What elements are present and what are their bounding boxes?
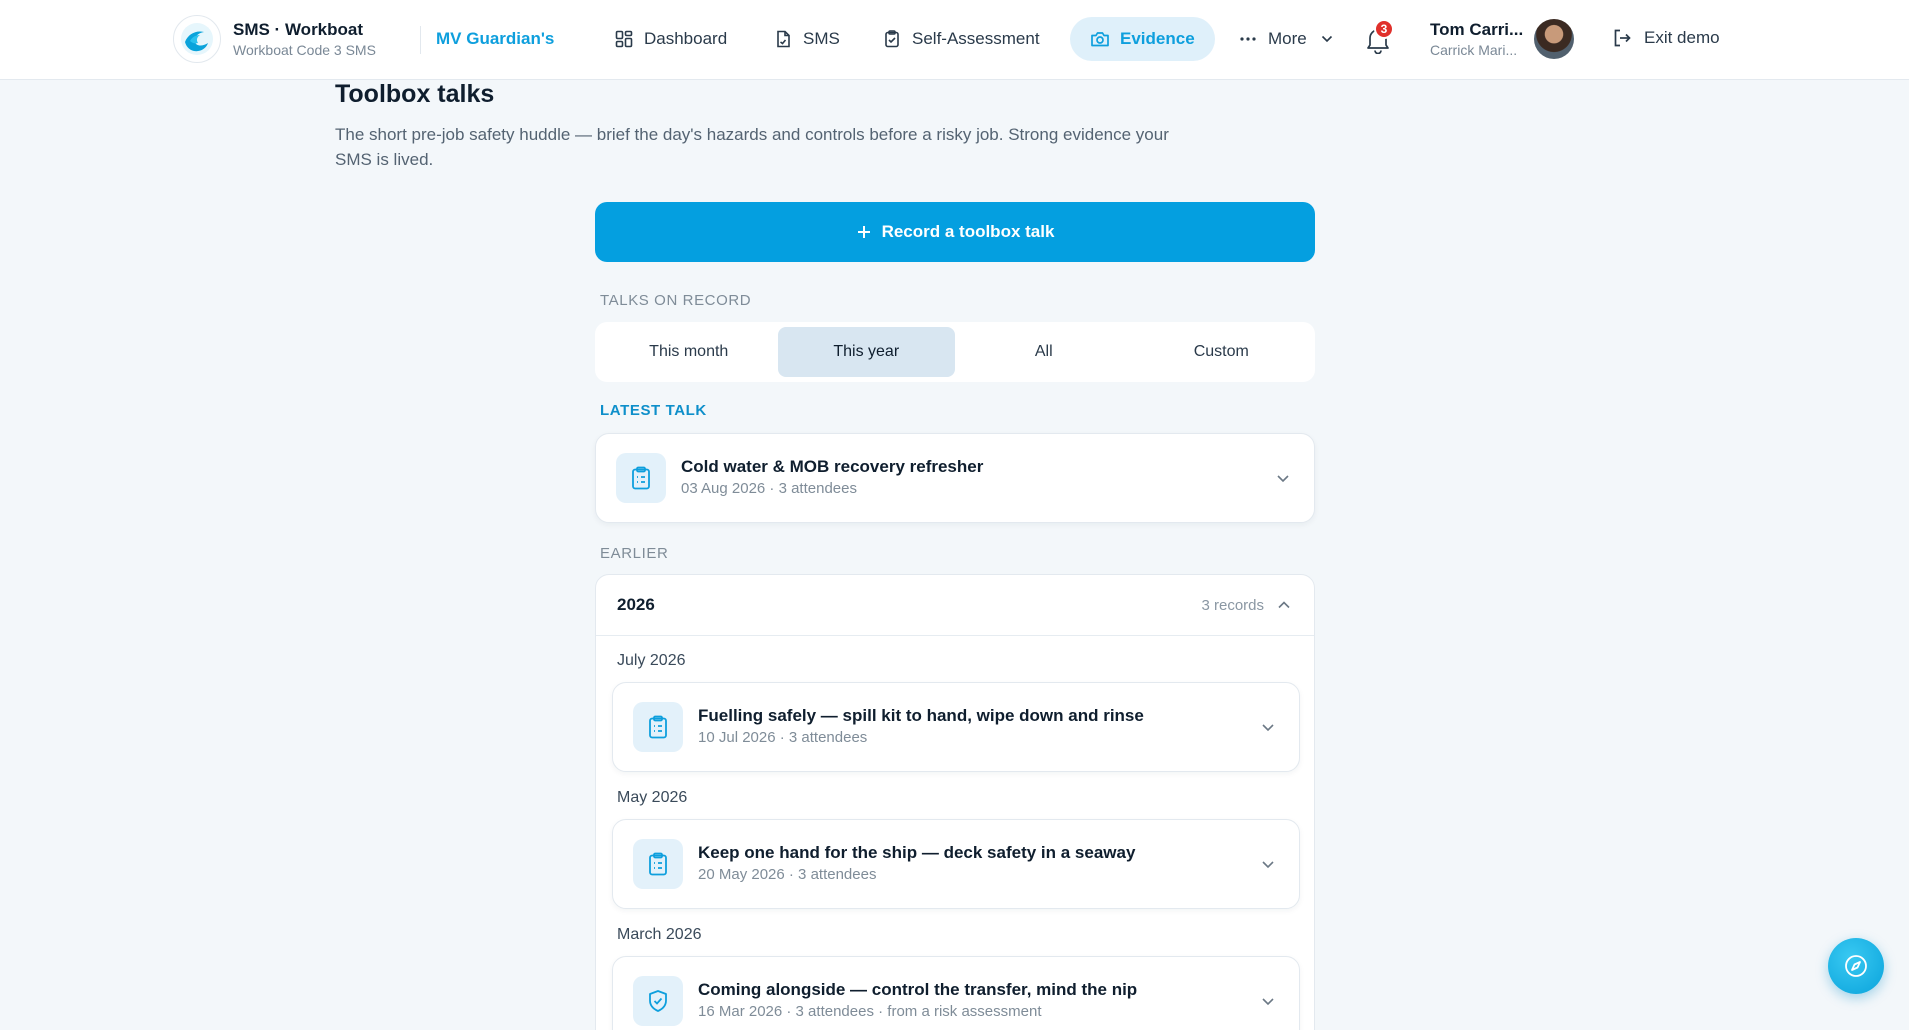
compass-icon <box>1845 955 1867 977</box>
talk-card[interactable]: Fuelling safely — spill kit to hand, wip… <box>612 682 1300 772</box>
nav-more-label: More <box>1268 29 1307 48</box>
document-icon <box>773 29 793 49</box>
nav-more[interactable]: More <box>1218 17 1357 61</box>
record-button-label: Record a toolbox talk <box>881 222 1055 241</box>
talk-meta: 20 May 2026 · 3 attendees <box>698 866 877 883</box>
record-toolbox-talk-button[interactable]: Record a toolbox talk <box>595 202 1315 262</box>
ellipsis-icon <box>1238 29 1258 49</box>
clipboard-icon <box>616 453 666 503</box>
period-filter: This month This year All Custom <box>595 322 1315 382</box>
grid-icon <box>614 29 634 49</box>
chevron-down-icon[interactable] <box>1259 992 1277 1010</box>
earlier-label: EARLIER <box>600 545 669 562</box>
clipboard-icon <box>633 839 683 889</box>
nav-evidence-label: Evidence <box>1120 29 1195 48</box>
nav-self-assessment-label: Self-Assessment <box>912 29 1040 48</box>
talk-title: Fuelling safely — spill kit to hand, wip… <box>698 706 1144 725</box>
month-label: March 2026 <box>617 926 702 943</box>
chevron-down-icon[interactable] <box>1259 718 1277 736</box>
chevron-down-icon[interactable] <box>1274 469 1292 487</box>
page-description: The short pre-job safety huddle — brief … <box>335 125 1169 169</box>
month-label: May 2026 <box>617 789 688 806</box>
logout-icon <box>1612 28 1632 48</box>
talk-title: Keep one hand for the ship — deck safety… <box>698 843 1136 862</box>
nav-dashboard-label: Dashboard <box>644 29 728 48</box>
avatar[interactable] <box>1534 19 1574 59</box>
nav-self-assessment[interactable]: Self-Assessment <box>862 17 1060 61</box>
filter-this-year[interactable]: This year <box>777 327 955 377</box>
record-count: 3 records <box>1201 596 1264 614</box>
talk-meta: 10 Jul 2026 · 3 attendees <box>698 729 868 746</box>
talk-meta: 16 Mar 2026 · 3 attendees · from a risk … <box>698 1003 1042 1020</box>
clipboard-check-icon <box>882 29 902 49</box>
app-subtitle: Workboat Code 3 SMS <box>233 42 376 58</box>
filter-custom[interactable]: Custom <box>1133 327 1311 377</box>
year-group-header[interactable]: 2026 3 records <box>596 575 1314 636</box>
camera-icon <box>1090 29 1110 49</box>
year-title: 2026 <box>617 595 655 614</box>
clipboard-icon <box>633 702 683 752</box>
talk-title: Cold water & MOB recovery refresher <box>681 457 984 476</box>
nav-evidence[interactable]: Evidence <box>1070 17 1215 61</box>
page-title: Toolbox talks <box>335 80 495 108</box>
brand[interactable]: SMS · Workboat Workboat Code 3 SMS <box>173 15 376 63</box>
talk-card[interactable]: Coming alongside — control the transfer,… <box>612 956 1300 1030</box>
talks-on-record-label: TALKS ON RECORD <box>600 292 752 309</box>
nav-sms[interactable]: SMS <box>753 17 860 61</box>
latest-talk-label: LATEST TALK <box>600 402 707 419</box>
user-name: Tom Carri... <box>1430 20 1524 39</box>
user-menu[interactable]: Tom Carri... Carrick Mari... <box>1430 19 1523 59</box>
exit-demo-button[interactable]: Exit demo <box>1612 28 1720 48</box>
chevron-up-icon[interactable] <box>1276 597 1292 613</box>
talk-title: Coming alongside — control the transfer,… <box>698 980 1138 999</box>
year-group-2026: 2026 3 records July 2026 Fuelling safely… <box>595 574 1315 1030</box>
chevron-down-icon <box>1317 29 1337 49</box>
shield-check-icon <box>633 976 683 1026</box>
compass-fab-button[interactable] <box>1828 938 1884 994</box>
nav-sms-label: SMS <box>803 29 840 48</box>
plus-icon <box>856 224 872 240</box>
divider <box>420 26 421 54</box>
app-title: SMS · Workboat <box>233 20 364 39</box>
month-label: July 2026 <box>617 652 686 669</box>
filter-this-month[interactable]: This month <box>600 327 778 377</box>
talk-meta: 03 Aug 2026 · 3 attendees <box>681 480 857 497</box>
exit-demo-label: Exit demo <box>1644 28 1720 47</box>
chevron-down-icon[interactable] <box>1259 855 1277 873</box>
talk-card[interactable]: Keep one hand for the ship — deck safety… <box>612 819 1300 909</box>
filter-all[interactable]: All <box>955 327 1133 377</box>
vessel-selector[interactable]: MV Guardian's <box>436 29 554 49</box>
latest-talk-card[interactable]: Cold water & MOB recovery refresher 03 A… <box>595 433 1315 523</box>
nav-dashboard[interactable]: Dashboard <box>594 17 747 61</box>
wave-logo-icon <box>173 15 221 63</box>
notification-badge: 3 <box>1374 19 1394 39</box>
top-bar: SMS · Workboat Workboat Code 3 SMS MV Gu… <box>0 0 1909 80</box>
user-org: Carrick Mari... <box>1430 42 1518 58</box>
